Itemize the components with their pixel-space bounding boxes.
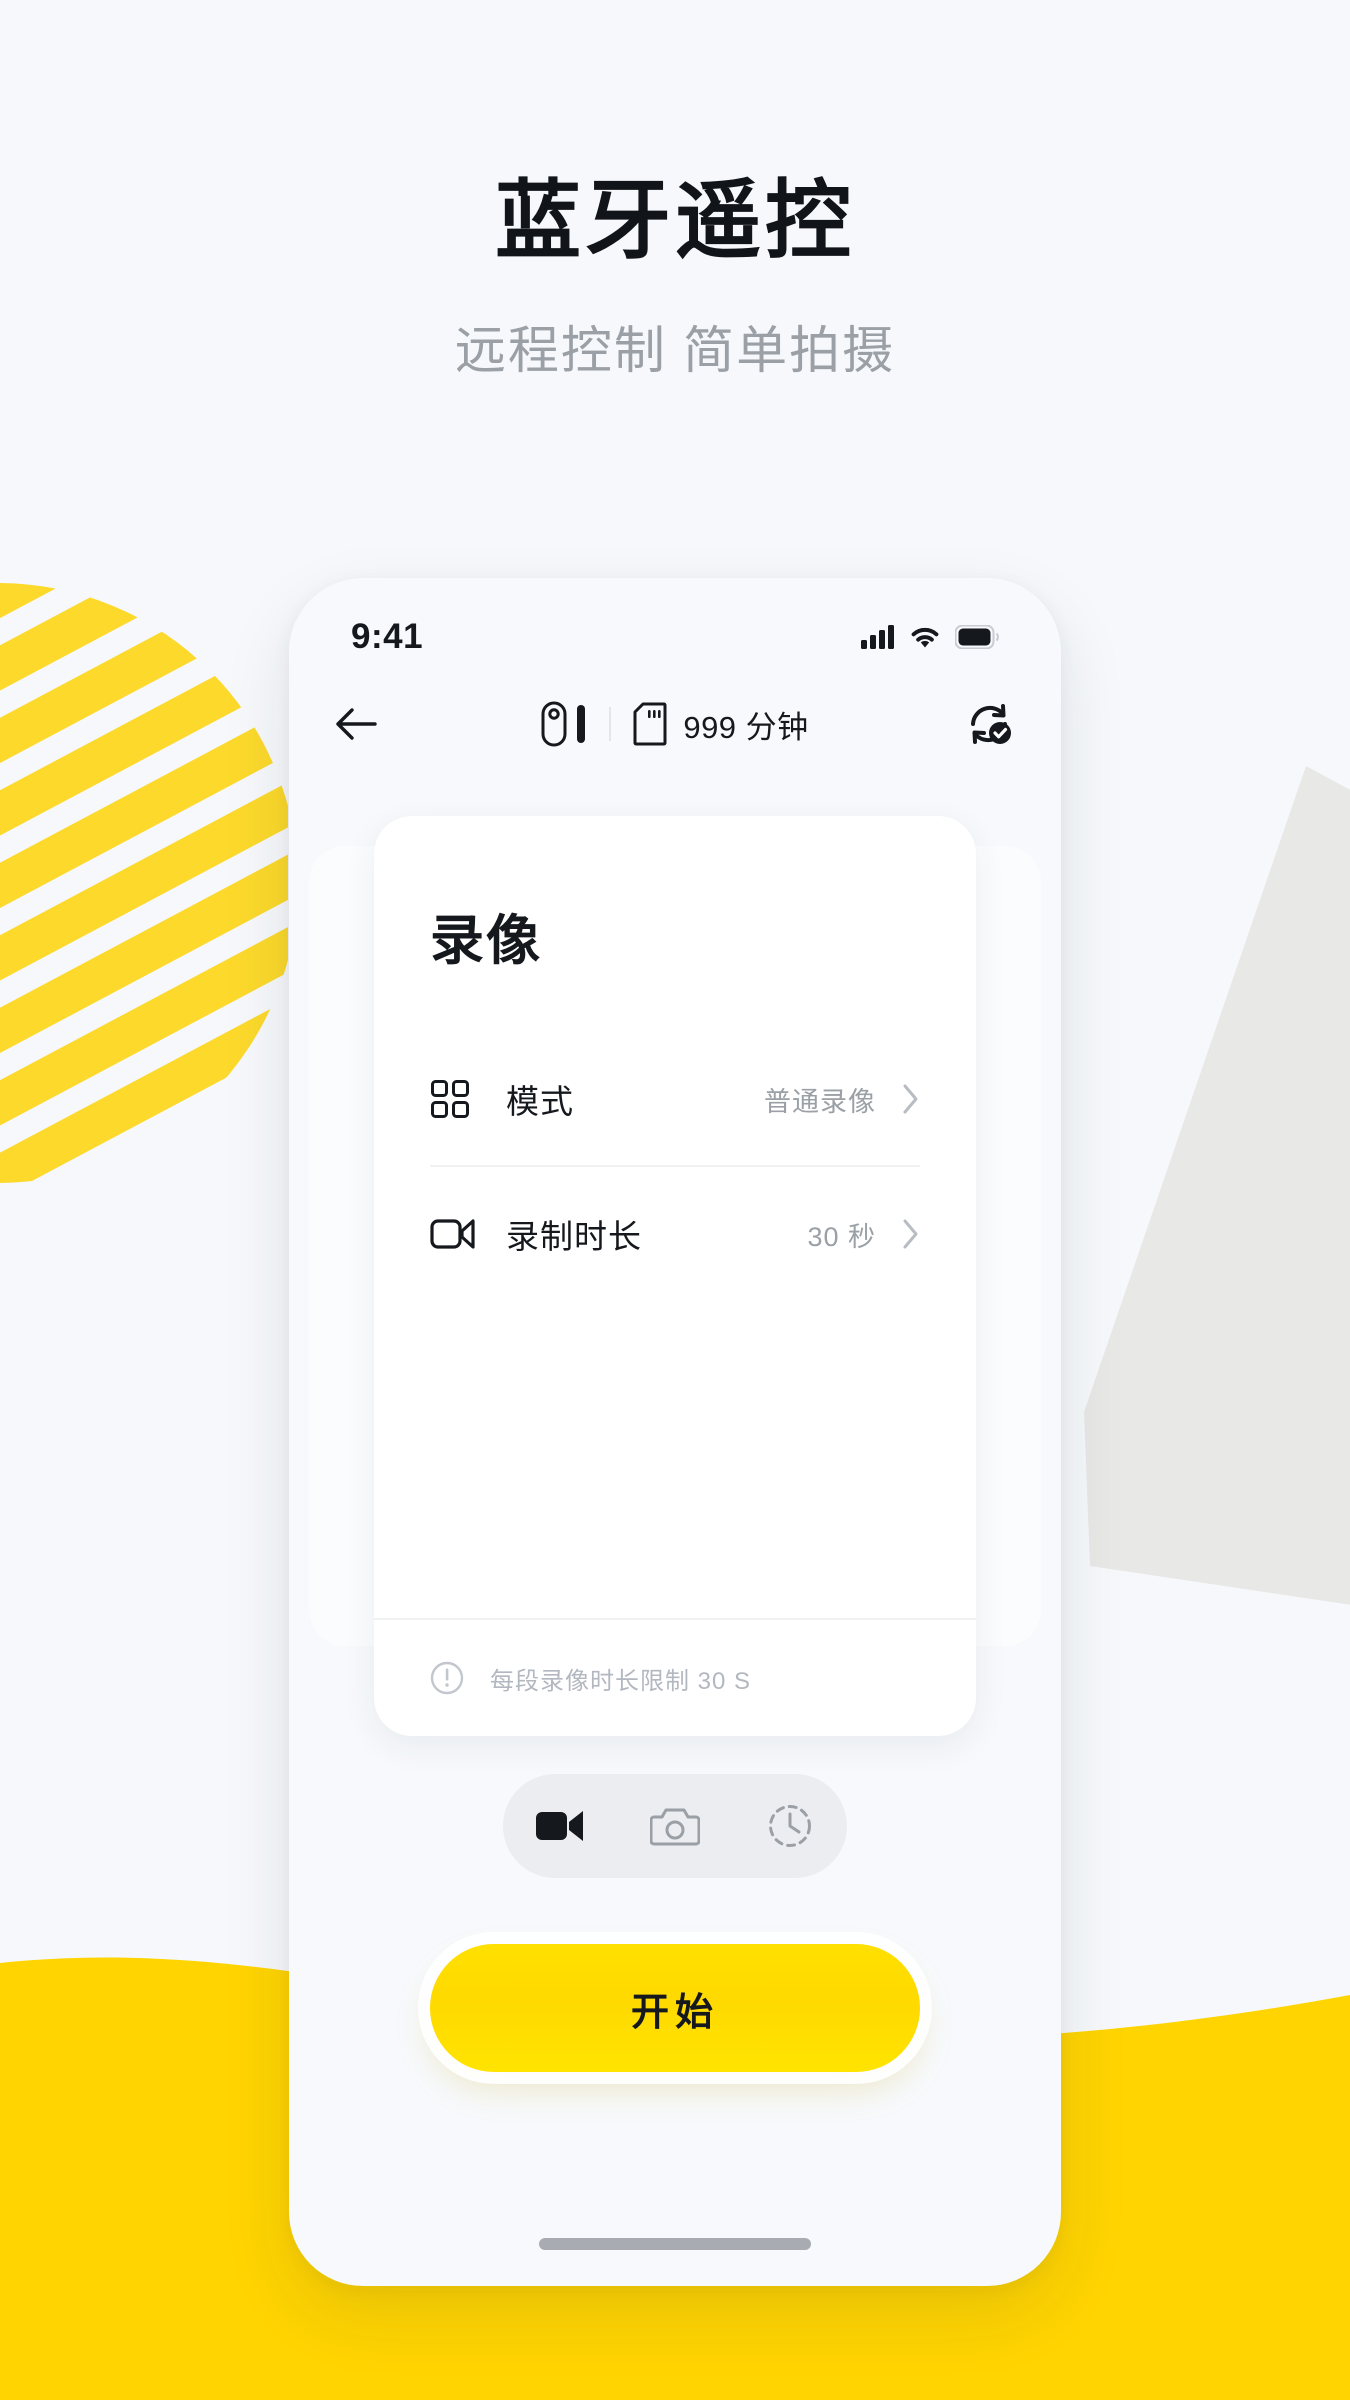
arrow-left-icon xyxy=(336,708,377,740)
hero-section: 蓝牙遥控 远程控制 简单拍摄 xyxy=(0,0,1350,383)
battery-icon xyxy=(955,625,999,649)
device-status-group[interactable] xyxy=(541,701,587,747)
camera-icon xyxy=(649,1808,700,1846)
video-camera-icon xyxy=(430,1219,475,1249)
row-chevron-slot xyxy=(902,1083,920,1115)
nav-bar: 999 分钟 xyxy=(289,670,1061,778)
mode-button-timelapse[interactable] xyxy=(751,1787,829,1865)
back-button[interactable] xyxy=(335,707,405,741)
grey-polygon-decoration xyxy=(1084,766,1350,1605)
chevron-right-icon xyxy=(903,1084,918,1114)
sync-button[interactable] xyxy=(945,700,1015,748)
page-title: 蓝牙遥控 xyxy=(495,173,855,269)
phone-mockup: 9:41 999 分钟 录像 模式 普通录像 录制时长 30 秒 每段录像时长限… xyxy=(289,578,1061,2286)
grid-icon xyxy=(431,1080,469,1118)
nav-divider xyxy=(609,707,612,741)
timer-clock-icon xyxy=(768,1805,811,1847)
settings-row-list: 模式 普通录像 录制时长 30 秒 xyxy=(374,1033,976,1618)
chevron-right-icon xyxy=(903,1219,918,1249)
sd-card-icon xyxy=(633,702,667,746)
row-value: 30 秒 xyxy=(807,1221,876,1252)
striped-circle-decoration xyxy=(0,583,288,1183)
storage-status-group[interactable]: 999 分钟 xyxy=(633,702,808,747)
settings-card: 录像 模式 普通录像 录制时长 30 秒 每段录像时长限制 30 S xyxy=(374,816,976,1736)
status-bar: 9:41 xyxy=(289,578,1061,670)
settings-row-duration[interactable]: 录制时长 30 秒 xyxy=(430,1167,920,1301)
battery-bar-icon xyxy=(577,705,586,743)
wifi-icon xyxy=(911,627,939,648)
status-icons xyxy=(861,625,999,649)
row-label: 模式 xyxy=(506,1083,574,1120)
start-button[interactable]: 开始 xyxy=(430,1944,920,2072)
card-footer-note: 每段录像时长限制 30 S xyxy=(374,1618,976,1736)
camera-device-icon xyxy=(541,701,567,747)
nav-center-group: 999 分钟 xyxy=(405,701,945,747)
mode-button-video[interactable] xyxy=(521,1787,599,1865)
mode-button-photo[interactable] xyxy=(636,1787,714,1865)
footer-note-text: 每段录像时长限制 30 S xyxy=(490,1667,752,1695)
video-filled-icon xyxy=(536,1811,584,1841)
storage-text: 999 分钟 xyxy=(683,709,809,745)
row-chevron-slot xyxy=(902,1218,920,1250)
row-value: 普通录像 xyxy=(764,1086,876,1117)
settings-row-mode[interactable]: 模式 普通录像 xyxy=(430,1033,920,1167)
row-icon-slot xyxy=(430,1216,506,1252)
status-time: 9:41 xyxy=(351,617,424,656)
row-icon-slot xyxy=(430,1079,506,1119)
page-subtitle: 远程控制 简单拍摄 xyxy=(454,322,896,380)
row-label: 录制时长 xyxy=(506,1218,642,1255)
cellular-signal-icon xyxy=(861,625,894,649)
card-carousel: 录像 模式 普通录像 录制时长 30 秒 每段录像时长限制 30 S xyxy=(289,800,1061,1736)
sync-check-icon xyxy=(971,704,1011,744)
info-circle-icon xyxy=(430,1661,464,1695)
card-title: 录像 xyxy=(430,911,542,971)
home-indicator-bar[interactable] xyxy=(539,2238,811,2250)
mode-switcher xyxy=(503,1774,847,1878)
